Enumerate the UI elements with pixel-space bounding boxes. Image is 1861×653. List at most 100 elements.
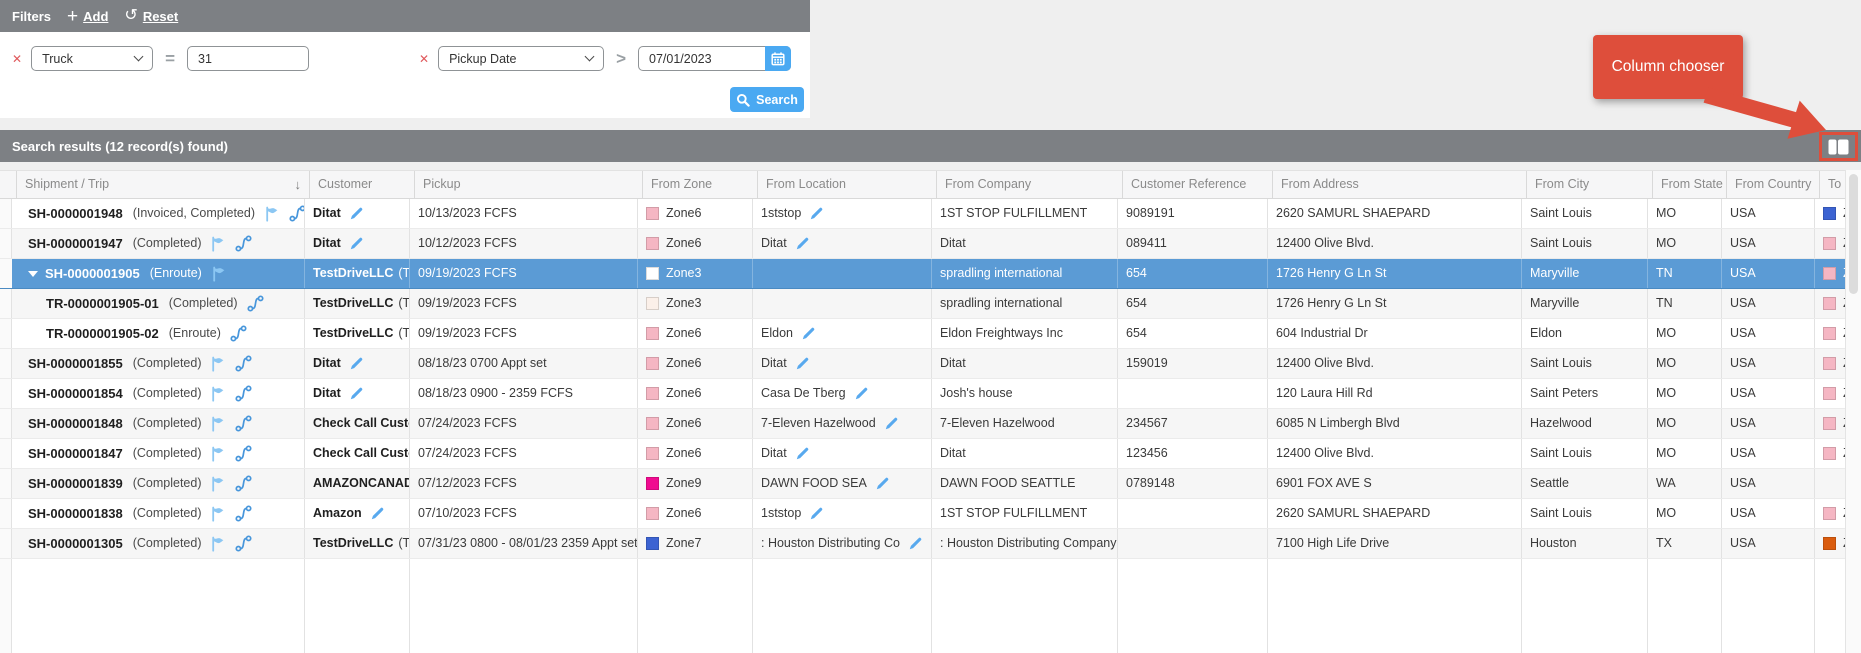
edit-location-button[interactable] <box>801 326 816 341</box>
vertical-scrollbar[interactable] <box>1845 170 1861 653</box>
column-chooser-button[interactable] <box>1819 132 1858 161</box>
table-row[interactable]: SH-0000001854(Completed) Ditat 08/18/23 … <box>0 379 1861 409</box>
column-header-from-location[interactable]: From Location <box>758 171 937 198</box>
route-icon <box>235 445 252 462</box>
table-row[interactable]: SH-0000001948(Invoiced, Completed) Ditat… <box>0 199 1861 229</box>
flag-button[interactable] <box>210 356 226 372</box>
column-header-from-zone[interactable]: From Zone <box>643 171 758 198</box>
from-city-cell: Saint Louis <box>1522 349 1648 378</box>
row-gutter <box>0 499 12 528</box>
from-location-value: 1ststop <box>761 199 801 228</box>
table-row[interactable]: SH-0000001847(Completed) Check Call Cust… <box>0 439 1861 469</box>
flag-button[interactable] <box>210 446 226 462</box>
flag-button[interactable] <box>211 266 227 282</box>
flag-button[interactable] <box>210 236 226 252</box>
from-country-value: USA <box>1730 439 1756 468</box>
from-state-cell: MO <box>1648 199 1722 228</box>
from-city-value: Maryville <box>1530 259 1579 288</box>
flag-button[interactable] <box>210 476 226 492</box>
column-header-from-country[interactable]: From Country <box>1727 171 1820 198</box>
table-row[interactable]: SH-0000001305(Completed) TestDriveLLC(Te… <box>0 529 1861 559</box>
route-button[interactable] <box>235 535 252 552</box>
from-company-cell: Ditat <box>932 439 1118 468</box>
route-button[interactable] <box>247 295 264 312</box>
grid-header-row: Shipment / Trip↓CustomerPickup From Zone F… <box>0 170 1861 199</box>
flag-button[interactable] <box>210 416 226 432</box>
filter-value-input[interactable]: 07/01/2023 <box>638 46 791 71</box>
shipment-trip-cell: SH-0000001855(Completed) <box>12 349 305 378</box>
edit-customer-button[interactable] <box>349 356 364 371</box>
edit-location-button[interactable] <box>875 476 890 491</box>
filter-field-select[interactable]: Pickup Date <box>438 46 604 71</box>
column-header-shipment-trip[interactable]: Shipment / Trip↓ <box>17 171 310 198</box>
column-header-label: From Zone <box>651 171 712 198</box>
table-row[interactable]: SH-0000001905(Enroute) TestDriveLLC(Test… <box>0 259 1861 289</box>
route-button[interactable] <box>235 505 252 522</box>
flag-button[interactable] <box>210 536 226 552</box>
route-button[interactable] <box>230 325 247 342</box>
edit-customer-button[interactable] <box>349 386 364 401</box>
remove-filter-icon[interactable]: ✕ <box>12 52 22 66</box>
filter-value-input[interactable]: 31 <box>187 46 309 71</box>
pickup-value: 09/19/2023 FCFS <box>418 289 517 318</box>
from-location-cell: Ditat <box>753 349 932 378</box>
column-header-from-city[interactable]: From City <box>1527 171 1653 198</box>
collapse-caret-icon[interactable] <box>28 271 38 277</box>
from-zone-label: Zone9 <box>666 469 701 498</box>
column-header-customer-reference[interactable]: Customer Reference <box>1123 171 1273 198</box>
route-button[interactable] <box>235 445 252 462</box>
filter-panel: Filters + Add ↺ Reset ✕Truck=31✕Pickup D… <box>0 0 810 118</box>
edit-location-button[interactable] <box>795 356 810 371</box>
flag-button[interactable] <box>210 386 226 402</box>
search-button[interactable]: Search <box>730 87 804 112</box>
table-row[interactable]: SH-0000001947(Completed) Ditat 10/12/202… <box>0 229 1861 259</box>
table-row[interactable]: SH-0000001855(Completed) Ditat 08/18/23 … <box>0 349 1861 379</box>
shipment-status: (Enroute) <box>169 319 221 348</box>
customer-reference-value: 654 <box>1126 259 1147 288</box>
flag-button[interactable] <box>264 206 280 222</box>
edit-location-button[interactable] <box>884 416 899 431</box>
filter-field-select[interactable]: Truck <box>31 46 153 71</box>
callout-label: Column chooser <box>1612 58 1725 76</box>
from-location-cell <box>753 259 932 288</box>
from-country-cell: USA <box>1722 409 1815 438</box>
from-address-value: 12400 Olive Blvd. <box>1276 439 1374 468</box>
edit-customer-button[interactable] <box>349 236 364 251</box>
column-header-from-state[interactable]: From State <box>1653 171 1727 198</box>
calendar-button[interactable] <box>765 46 791 71</box>
route-button[interactable] <box>235 415 252 432</box>
route-button[interactable] <box>235 475 252 492</box>
edit-customer-button[interactable] <box>349 206 364 221</box>
add-filter-button[interactable]: + Add <box>67 7 108 26</box>
route-button[interactable] <box>235 355 252 372</box>
table-row[interactable]: TR-0000001905-02(Enroute) TestDriveLLC(T… <box>0 319 1861 349</box>
edit-location-button[interactable] <box>854 386 869 401</box>
table-row[interactable]: SH-0000001838(Completed) Amazon 07/10/20… <box>0 499 1861 529</box>
from-state-value: MO <box>1656 409 1676 438</box>
edit-location-button[interactable] <box>908 536 923 551</box>
edit-customer-button[interactable] <box>370 506 385 521</box>
table-row[interactable]: SH-0000001848(Completed) Check Call Cust… <box>0 409 1861 439</box>
pickup-cell: 07/10/2023 FCFS <box>410 499 638 528</box>
from-address-value: 12400 Olive Blvd. <box>1276 229 1374 258</box>
flag-button[interactable] <box>210 506 226 522</box>
remove-filter-icon[interactable]: ✕ <box>419 52 429 66</box>
edit-location-button[interactable] <box>809 506 824 521</box>
from-location-cell: 1ststop <box>753 199 932 228</box>
from-location-cell: Eldon <box>753 319 932 348</box>
edit-location-button[interactable] <box>809 206 824 221</box>
route-button[interactable] <box>235 385 252 402</box>
column-header-from-address[interactable]: From Address <box>1273 171 1527 198</box>
from-address-value: 2620 SAMURL SHAEPARD <box>1276 499 1430 528</box>
scrollbar-thumb[interactable] <box>1849 174 1858 294</box>
route-button[interactable] <box>235 235 252 252</box>
edit-location-button[interactable] <box>795 446 810 461</box>
column-header-pickup[interactable]: Pickup <box>415 171 643 198</box>
column-header-customer[interactable]: Customer <box>310 171 415 198</box>
table-row[interactable]: SH-0000001839(Completed) AMAZONCANADA07/… <box>0 469 1861 499</box>
route-button[interactable] <box>289 205 305 222</box>
reset-filters-button[interactable]: ↺ Reset <box>124 8 178 24</box>
column-header-from-company[interactable]: From Company <box>937 171 1123 198</box>
table-row[interactable]: TR-0000001905-01(Completed) TestDriveLLC… <box>0 289 1861 319</box>
edit-location-button[interactable] <box>795 236 810 251</box>
